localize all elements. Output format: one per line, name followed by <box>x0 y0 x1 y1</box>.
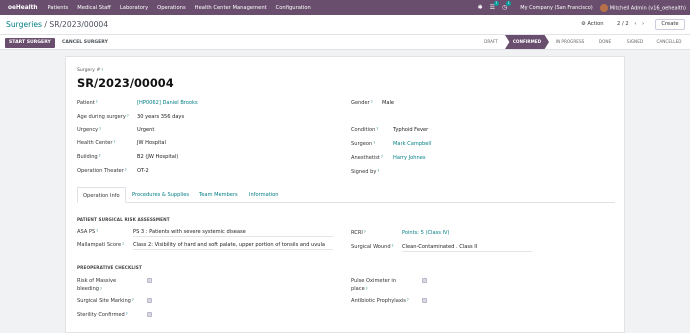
tab-team-members[interactable]: Team Members <box>194 187 243 203</box>
anesthetist-field[interactable]: Harry Johnes <box>393 155 426 161</box>
surgery-number: SR/2023/00004 <box>77 76 174 90</box>
start-surgery-button[interactable]: START SURGERY <box>5 38 55 48</box>
messages-count-badge: 7 <box>493 1 499 6</box>
patient-label: Patient? <box>77 100 98 106</box>
asa-label: ASA PS? <box>77 229 99 235</box>
condition-label: Condition? <box>351 127 379 133</box>
menu-operations[interactable]: Operations <box>157 5 186 11</box>
surgery-number-label: Surgery #? <box>77 68 104 73</box>
cancel-surgery-button[interactable]: CANCEL SURGERY <box>58 38 112 48</box>
chevron-left-icon[interactable]: ‹ <box>634 21 636 27</box>
massive-bleeding-checkbox[interactable] <box>147 278 152 283</box>
operation-theater-label: Operation Theater? <box>77 168 127 174</box>
pager: 2 / 2 ‹ › <box>617 21 644 27</box>
form-sheet: Surgery #? SR/2023/00004 Patient? [HP006… <box>65 56 625 333</box>
menu-health-center-management[interactable]: Health Center Management <box>195 5 267 11</box>
menu-patients[interactable]: Patients <box>48 5 69 11</box>
asa-underline <box>133 236 333 237</box>
action-label: Action <box>587 21 604 27</box>
urgency-field[interactable]: Urgent <box>137 127 154 133</box>
user-name: Mitchell Admin (v16_oehealth) <box>609 5 686 11</box>
activity-count-badge: 1 <box>506 1 512 6</box>
company-switcher[interactable]: My Company (San Francisco) <box>520 5 593 11</box>
sterility-checkbox[interactable] <box>147 312 152 317</box>
chat-icon[interactable]: ☰ 7 <box>490 1 499 11</box>
menu-laboratory[interactable]: Laboratory <box>120 5 148 11</box>
tab-procedures-supplies[interactable]: Procedures & Supplies <box>127 187 194 203</box>
mallampati-underline <box>133 249 333 250</box>
site-marking-label: Surgical Site Marking? <box>77 298 134 304</box>
mallampati-field[interactable]: Class 2: Visibility of hard and soft pal… <box>133 242 325 248</box>
surgical-wound-field[interactable]: Clean-Contaminated . Class II <box>402 244 477 250</box>
surgeon-label: Surgeon? <box>351 141 376 147</box>
pulse-oximeter-label: Pulse Oximeter in place? <box>351 278 397 292</box>
chevron-right-icon[interactable]: › <box>642 21 644 27</box>
rcri-label: RCRI? <box>351 230 366 236</box>
age-label: Age during surgery? <box>77 114 129 120</box>
anesthetist-label: Anesthetist? <box>351 155 383 161</box>
stage-confirmed[interactable]: CONFIRMED <box>505 35 549 49</box>
building-label: Building? <box>77 154 101 160</box>
status-bar: START SURGERY CANCEL SURGERY DRAFT CONFI… <box>0 35 690 50</box>
breadcrumb-current: SR/2023/00004 <box>49 20 109 29</box>
avatar <box>599 3 608 12</box>
menu-configuration[interactable]: Configuration <box>276 5 311 11</box>
operation-theater-field[interactable]: OT-2 <box>137 168 149 174</box>
mallampati-label: Mallampati Score? <box>77 242 125 248</box>
gender-label: Gender? <box>351 100 373 106</box>
antibiotic-checkbox[interactable] <box>422 298 427 303</box>
user-menu[interactable]: Mitchell Admin (v16_oehealth) <box>599 3 686 12</box>
breadcrumb-surgeries[interactable]: Surgeries <box>6 20 42 29</box>
stage-signed[interactable]: SIGNED <box>621 35 649 49</box>
patient-field[interactable]: [HP0062] Daniel Brooks <box>137 100 198 106</box>
signed-by-label: Signed by? <box>351 169 380 175</box>
risk-section-heading: PATIENT SURGICAL RISK ASSESSMENT <box>77 217 170 222</box>
pulse-oximeter-checkbox[interactable] <box>422 278 427 283</box>
pager-value[interactable]: 2 / 2 <box>617 21 629 27</box>
stage-in-progress[interactable]: IN PROGRESS <box>551 35 589 49</box>
condition-field[interactable]: Typhoid Fever <box>393 127 428 133</box>
tab-operation-info[interactable]: Operation Info <box>77 187 126 203</box>
antibiotic-label: Antibiotic Prophylaxis? <box>351 298 409 304</box>
massive-bleeding-label: Risk of Massive bleeding? <box>77 278 117 292</box>
bug-icon[interactable]: ✱ <box>478 4 483 11</box>
app-name[interactable]: oeHealth <box>8 5 38 11</box>
urgency-label: Urgency? <box>77 127 102 133</box>
stage-cancelled[interactable]: CANCELLED <box>652 35 686 49</box>
checklist-section-heading: PREOPERATIVE CHECKLIST <box>77 265 142 270</box>
gear-icon: ⚙ <box>581 21 586 27</box>
health-center-label: Health Center? <box>77 140 116 146</box>
clock-icon[interactable]: ◷ 1 <box>502 1 512 11</box>
health-center-field[interactable]: JW Hospital <box>137 140 166 146</box>
stage-done[interactable]: DONE <box>594 35 616 49</box>
create-button[interactable]: Create <box>655 19 685 30</box>
wound-underline <box>402 251 532 252</box>
asa-field[interactable]: PS 3 : Patients with severe systemic dis… <box>133 229 246 235</box>
breadcrumb: Surgeries / SR/2023/00004 <box>6 20 108 29</box>
building-field[interactable]: B2 (JW Hospital) <box>137 154 178 160</box>
rcri-field[interactable]: Points: 5 (Class IV) <box>402 230 449 236</box>
stage-draft[interactable]: DRAFT <box>478 35 504 49</box>
menu-medical-staff[interactable]: Medical Staff <box>77 5 111 11</box>
top-navbar: oeHealth Patients Medical Staff Laborato… <box>0 0 690 15</box>
surgeon-field[interactable]: Mark Campbell <box>393 141 431 147</box>
sterility-label: Sterility Confirmed? <box>77 312 128 318</box>
control-panel: Surgeries / SR/2023/00004 ⚙ Action 2 / 2… <box>0 15 690 35</box>
tab-information[interactable]: Information <box>244 187 284 203</box>
gender-field: Male <box>382 100 395 106</box>
notebook-tabs: Operation Info Procedures & Supplies Tea… <box>77 187 615 203</box>
age-field: 30 years 356 days <box>137 114 185 120</box>
action-menu[interactable]: ⚙ Action <box>581 21 604 27</box>
surgical-wound-label: Surgical Wound? <box>351 244 394 250</box>
site-marking-checkbox[interactable] <box>147 298 152 303</box>
